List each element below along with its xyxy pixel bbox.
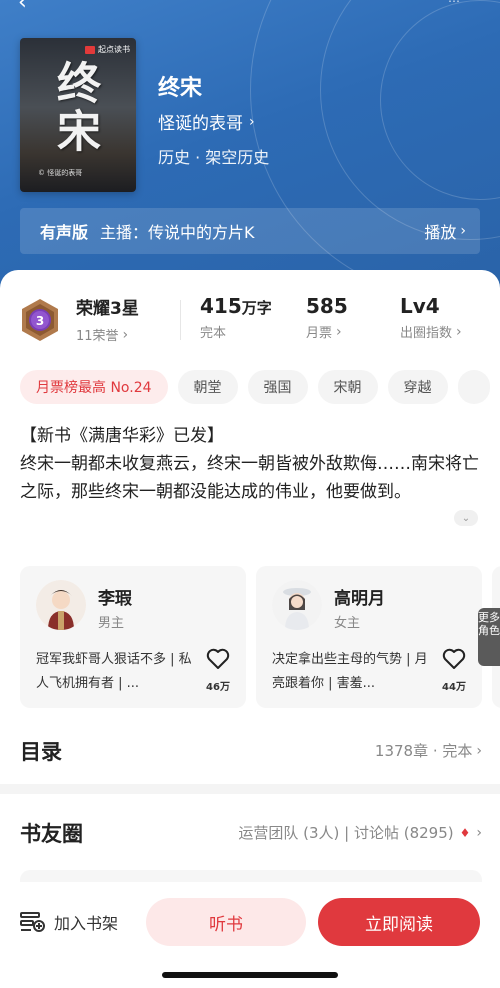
monthly-votes-value: 585 [306,294,348,318]
shelf-add-icon [20,912,45,932]
tag-list: 月票榜最高 No.24 朝堂 强国 宋朝 穿越 [20,370,500,406]
play-button[interactable]: 播放 › [424,219,466,243]
expand-icon[interactable]: ⌄ [454,510,478,526]
listen-button[interactable]: 听书 [146,898,306,946]
flame-icon: ♦ [459,825,471,840]
circle-index-label: 出圈指数 [400,326,453,341]
character-avatar [36,580,86,630]
home-indicator[interactable] [162,972,338,978]
chevron-right-icon: › [249,113,255,130]
character-name: 高明月 [334,589,385,609]
circle-info: 运营团队 (3人) | 讨论帖 (8295) [238,824,454,842]
catalog-info: 1378章 · 完本 [374,742,473,760]
tag-chip[interactable]: 穿越 [387,370,448,404]
tag-chip[interactable]: 月票榜最高 No.24 [20,370,168,404]
stats-row: 3 荣耀3星 11荣誉 › 415万字 完本 585 月票 › Lv4 出圈指数 [20,294,490,344]
tag-chip[interactable]: 朝堂 [177,370,238,404]
book-genre: 历史 · 架空历史 [158,148,270,167]
monthly-votes-label: 月票 [306,326,333,341]
tag-chip[interactable]: 强国 [247,370,308,404]
character-role: 男主 [98,616,125,631]
catalog-heading: 目录 [20,740,62,764]
word-count-value: 415 [200,294,242,318]
reader-circle-row[interactable]: 书友圈 运营团队 (3人) | 讨论帖 (8295) ♦ › [20,818,482,848]
audio-tag: 有声版 [40,223,89,242]
share-icon[interactable]: ⋯ [448,0,460,8]
like-button[interactable]: 44万 [440,648,468,693]
heart-icon [442,648,466,669]
character-name: 李瑕 [98,589,132,609]
badge-number: 3 [36,314,44,328]
intro-announcement: 【新书《满唐华彩》已发】 [20,426,224,446]
like-button[interactable]: 46万 [204,648,232,693]
add-to-shelf-label: 加入书架 [54,914,119,933]
chevron-right-icon: › [336,323,342,340]
catalog-row[interactable]: 目录 1378章 · 完本 › [20,736,482,766]
book-header: ‹ ⋯ 起点读书 终宋 © 怪诞的表哥 终宋 怪诞的表哥 › 历史 · 架空历史… [0,0,500,300]
tag-chip[interactable] [457,370,490,404]
chevron-right-icon: › [460,223,466,239]
chevron-right-icon: › [122,326,129,343]
play-label: 播放 [424,223,457,242]
circle-index-stat[interactable]: Lv4 出圈指数 › [400,294,462,341]
status-label: 完本 [200,326,227,341]
read-now-button[interactable]: 立即阅读 [318,898,480,946]
audio-edition-bar[interactable]: 有声版 主播：传说中的方片K 播放 › [20,208,480,254]
publisher-logo: 起点读书 [85,44,130,55]
more-roles-button[interactable]: 更多角色 [478,608,500,666]
heart-icon [206,648,230,669]
add-to-shelf-button[interactable]: 加入书架 [20,910,118,934]
honor-level: 荣耀3星 [76,299,139,319]
cover-author: © 怪诞的表哥 [38,169,83,177]
honor-count: 11荣誉 [76,329,119,344]
character-card[interactable]: 李瑕 男主 冠军我虾哥人狠话不多 | 私人飞机拥有者 | ... 46万 [20,566,246,708]
character-desc: 决定拿出些主母的气势 | 月亮跟着你 | 害羞... [272,652,428,691]
character-role: 女主 [334,616,361,631]
chevron-right-icon: › [476,824,482,841]
word-count-unit: 万字 [241,299,272,317]
tag-chip[interactable]: 宋朝 [317,370,378,404]
word-count-stat: 415万字 完本 [200,294,272,341]
narrator-label: 主播：传说中的方片K [100,223,255,242]
monthly-votes-stat[interactable]: 585 月票 › [306,294,348,341]
book-intro[interactable]: 【新书《满唐华彩》已发】 终宋一朝都未收复燕云，终宋一朝皆被外敌欺侮……南宋将亡… [20,422,482,506]
author-name: 怪诞的表哥 [158,114,243,134]
like-count: 44万 [442,682,466,693]
detail-sheet: 3 荣耀3星 11荣誉 › 415万字 完本 585 月票 › Lv4 出圈指数 [0,270,500,988]
character-card[interactable]: 高明月 女主 决定拿出些主母的气势 | 月亮跟着你 | 害羞... 44万 [256,566,482,708]
author-link[interactable]: 怪诞的表哥 › [158,109,255,135]
cover-title: 终宋 [49,60,100,156]
bottom-action-bar: 加入书架 听书 立即阅读 [0,882,500,988]
book-title: 终宋 [158,76,203,101]
chevron-right-icon: › [456,323,462,340]
back-arrow-icon[interactable]: ‹ [18,0,27,15]
book-cover[interactable]: 起点读书 终宋 © 怪诞的表哥 [20,38,136,192]
honor-stat[interactable]: 荣耀3星 11荣誉 › [76,294,139,344]
character-desc: 冠军我虾哥人狠话不多 | 私人飞机拥有者 | ... [36,652,192,691]
chevron-right-icon: › [476,742,482,759]
publisher-name: 起点读书 [98,45,130,54]
character-avatar [272,580,322,630]
circle-index-value: Lv4 [400,294,440,318]
honor-badge-icon[interactable]: 3 [20,298,60,342]
intro-body: 终宋一朝都未收复燕云，终宋一朝皆被外敌欺侮……南宋将亡之际，那些终宋一朝都没能达… [20,454,479,502]
divider [180,300,181,340]
publisher-logo-icon [85,45,95,54]
like-count: 46万 [206,682,230,693]
circle-heading: 书友圈 [20,822,83,846]
section-divider [0,784,500,794]
